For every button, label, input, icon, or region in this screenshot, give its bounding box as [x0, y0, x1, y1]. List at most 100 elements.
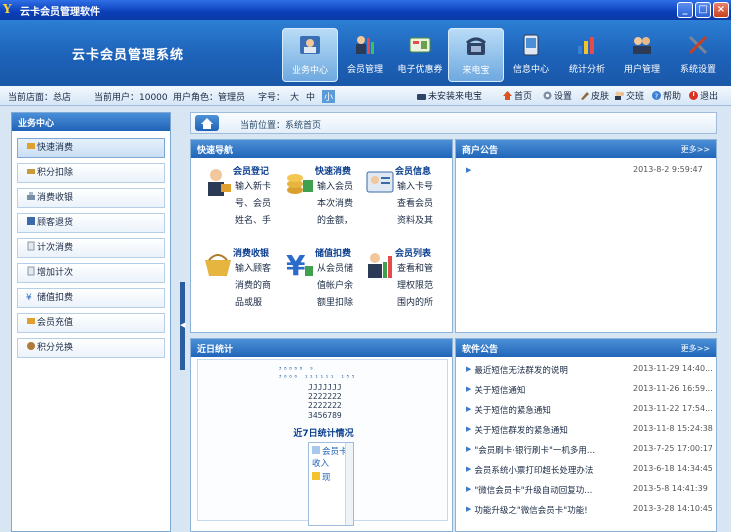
list-item[interactable]: ▶ 2013-8-2 9:59:47	[466, 165, 713, 181]
list-item[interactable]: ▶ 功能升级之"微信会员卡"功能! 2013-3-28 14:10:45	[466, 504, 713, 520]
sidebar-item-recharge[interactable]: 会员充值	[17, 313, 165, 333]
svg-text:?: ?	[655, 93, 659, 101]
sidebar-item-count-consume[interactable]: 计次消费	[17, 238, 165, 258]
nav-business-center[interactable]: 业务中心	[282, 28, 338, 82]
list-item[interactable]: ▶ 关于短信群发的紧急通知 2013-11-8 15:24:38	[466, 424, 713, 440]
nav-e-coupon[interactable]: 电子优惠券	[392, 28, 448, 82]
software-notice-panel: 软件公告 更多>> ▶ 最近短信无法群发的说明 2013-11-29 14:40..…	[455, 338, 717, 532]
users-icon	[633, 37, 651, 54]
font-size-label: 字号：	[258, 93, 286, 103]
toolbar-help[interactable]: ? 帮助	[651, 89, 681, 102]
quick-nav-register[interactable]: 会员登记 输入新卡号、会员姓名、手	[203, 164, 283, 242]
bullet-arrow-icon: ▶	[466, 465, 472, 473]
title-bar[interactable]: Y 云卡会员管理软件 _ □ ×	[0, 0, 731, 20]
font-small-button[interactable]: 小	[322, 90, 336, 103]
register-icon	[208, 169, 231, 196]
sidebar-item-stored-value-deduct[interactable]: ¥ 储值扣费	[17, 288, 165, 308]
chart-axis-labels: ³⁸⁸⁸⁸ ⁹ ³⁰⁰⁰ ¹¹¹¹¹¹ ¹⁵⁵	[278, 366, 357, 382]
caller-status-label: 未安装来电宝	[428, 92, 483, 102]
panel-title: 近日统计	[191, 339, 452, 357]
toolbar-settings[interactable]: 设置	[542, 89, 572, 102]
nav-user-management[interactable]: 用户管理	[614, 28, 670, 82]
list-item[interactable]: ▶ 会员系统小票打印超长处理办法 2013-6-18 14:34:45	[466, 464, 713, 480]
notice-date: 2013-5-8 14:41:39	[633, 484, 708, 493]
close-button[interactable]: ×	[713, 2, 729, 18]
bullet-arrow-icon: ▶	[466, 166, 472, 174]
quick-nav-title: 储值扣费	[315, 249, 352, 259]
house-icon	[201, 118, 213, 129]
member-info-icon	[366, 171, 394, 193]
sidebar-item-label: 积分兑换	[37, 343, 74, 353]
list-item[interactable]: ▶ 最近短信无法群发的说明 2013-11-29 14:40...	[466, 364, 713, 380]
exit-icon	[689, 91, 698, 100]
sidebar-item-label: 储值扣费	[37, 293, 74, 303]
panel-title-text: 商户公告	[462, 146, 499, 156]
toolbar-exit[interactable]: 退出	[688, 89, 718, 102]
toolbar-label: 交班	[626, 92, 645, 102]
sidebar-item-quick-consume[interactable]: 快速消费	[17, 138, 165, 158]
sidebar-item-points-exchange[interactable]: 积分兑换	[17, 338, 165, 358]
list-item[interactable]: ▶ 关于短信通知 2013-11-26 16:59...	[466, 384, 713, 400]
quick-nav-member-info[interactable]: 会员信息 输入卡号查看会员资料及其	[365, 164, 445, 242]
phone-icon	[466, 37, 486, 55]
quick-nav-title: 消费收银	[233, 249, 270, 259]
sidebar-item-cashier[interactable]: 消费收银	[17, 188, 165, 208]
settings-icon	[688, 35, 708, 55]
more-link[interactable]: 更多>>	[681, 343, 710, 354]
minimize-button[interactable]: _	[677, 2, 693, 18]
svg-text:¥: ¥	[26, 293, 32, 301]
stored-value-icon: ¥	[286, 249, 313, 280]
nav-label: 信息中心	[512, 65, 549, 75]
collapse-arrow-icon[interactable]: ◀	[180, 320, 185, 330]
skin-icon	[581, 92, 589, 100]
panel-title: 快速导航	[191, 140, 452, 158]
quick-nav-member-list[interactable]: 会员列表 查看和管理权限范围内的所	[365, 246, 445, 324]
legend-scrollbar[interactable]	[345, 443, 353, 525]
cashier-icon	[205, 254, 231, 276]
sidebar-item-points-deduct[interactable]: 积分扣除	[17, 163, 165, 183]
list-item[interactable]: ▶ "微信会员卡"升级自动回复功... 2013-5-8 14:41:39	[466, 484, 713, 500]
toolbar-handover[interactable]: 交班	[614, 89, 644, 102]
notice-date: 2013-11-22 17:54...	[633, 404, 713, 413]
count-icon	[27, 241, 35, 251]
quick-nav-cashier[interactable]: 消费收银 输入顾客消费的商品或服	[203, 246, 283, 324]
help-icon: ?	[652, 91, 661, 101]
merchant-notice-panel: 商户公告 更多>> ▶ 2013-8-2 9:59:47	[455, 139, 717, 333]
nav-caller-box[interactable]: 来电宝	[448, 28, 504, 82]
list-item[interactable]: ▶ "会员刷卡·银行刷卡"一机多用... 2013-7-25 17:00:17	[466, 444, 713, 460]
brand-title: 云卡会员管理系统	[72, 48, 185, 63]
nav-message-center[interactable]: 信息中心	[503, 28, 559, 82]
quick-consume-icon	[287, 174, 313, 194]
quick-nav-title: 会员信息	[395, 167, 432, 177]
nav-statistics[interactable]: 统计分析	[559, 28, 615, 82]
legend-label: 现	[322, 473, 331, 483]
toolbar-home[interactable]: 首页	[502, 89, 532, 102]
quick-nav-desc: 从会员储值帐户余额里扣除	[317, 264, 354, 308]
notice-date: 2013-8-2 9:59:47	[633, 165, 703, 174]
notice-date: 2013-7-25 17:00:17	[633, 444, 713, 453]
sidebar-item-label: 消费收银	[37, 193, 74, 203]
quick-nav-stored-value[interactable]: ¥ 储值扣费 从会员储值帐户余额里扣除	[285, 246, 365, 324]
app-logo-icon: Y	[3, 2, 12, 16]
toolbar-skin[interactable]: 皮肤	[579, 89, 609, 102]
stored-value-icon: ¥	[26, 293, 32, 301]
font-medium-button[interactable]: 中	[306, 90, 315, 103]
quick-nav-quick-consume[interactable]: 快速消费 输入会员本次消费的金额，	[285, 164, 365, 242]
add-count-icon	[27, 266, 35, 276]
sidebar-item-add-count[interactable]: 增加计次	[17, 263, 165, 283]
home-icon[interactable]	[195, 115, 219, 131]
nav-system-settings[interactable]: 系统设置	[670, 28, 726, 82]
phone-icon	[417, 94, 426, 100]
font-large-button[interactable]: 大	[290, 90, 299, 103]
quick-nav-desc: 输入会员本次消费的金额，	[317, 182, 354, 226]
sidebar-item-return[interactable]: 顾客退货	[17, 213, 165, 233]
maximize-button[interactable]: □	[695, 2, 711, 18]
notice-title: 关于短信通知	[474, 386, 526, 396]
caller-status[interactable]: 未安装来电宝	[416, 89, 482, 102]
stats-icon	[578, 37, 594, 54]
nav-member-management[interactable]: 会员管理	[337, 28, 393, 82]
chart-title: 近7日统计情况	[293, 429, 354, 439]
more-link[interactable]: 更多>>	[681, 144, 710, 155]
list-item[interactable]: ▶ 关于短信的紧急通知 2013-11-22 17:54...	[466, 404, 713, 420]
bullet-arrow-icon: ▶	[466, 405, 472, 413]
